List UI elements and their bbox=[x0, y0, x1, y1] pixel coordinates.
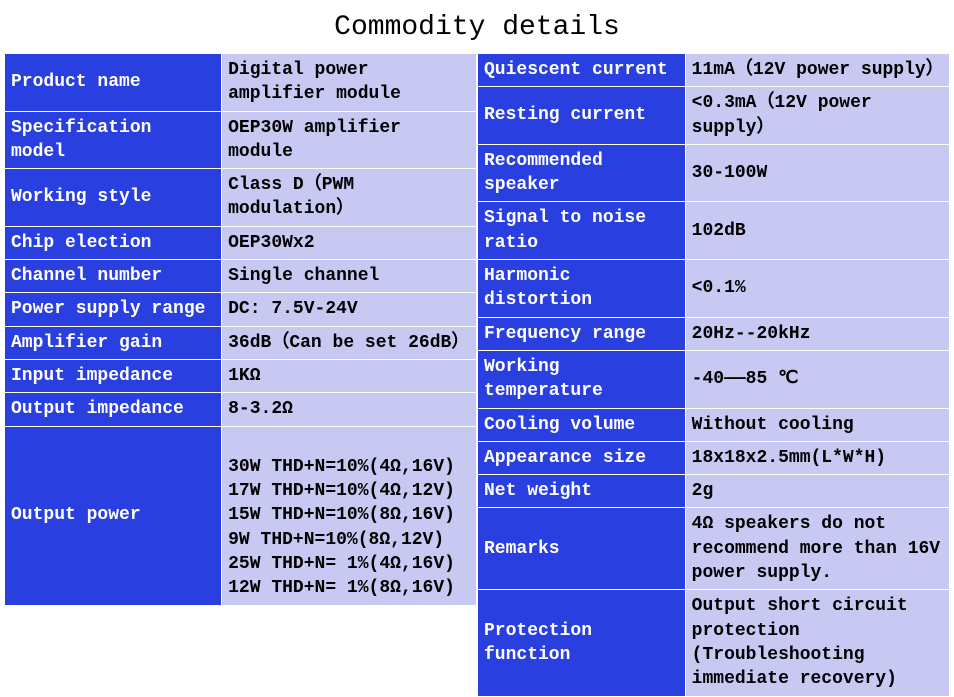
spec-label: Cooling volume bbox=[478, 408, 686, 441]
spec-value: 1KΩ bbox=[222, 359, 477, 392]
spec-label: Signal to noise ratio bbox=[478, 202, 686, 260]
page-title: Commodity details bbox=[0, 0, 954, 53]
spec-label: Output power bbox=[5, 426, 222, 605]
table-row: Specification modelOEP30W amplifier modu… bbox=[5, 111, 477, 169]
spec-label: Recommended speaker bbox=[478, 144, 686, 202]
spec-grid: Product nameDigital power amplifier modu… bbox=[0, 53, 954, 697]
spec-value: 30-100W bbox=[685, 144, 949, 202]
spec-label: Remarks bbox=[478, 508, 686, 590]
spec-value: Digital power amplifier module bbox=[222, 54, 477, 112]
spec-label: Appearance size bbox=[478, 441, 686, 474]
spec-value: OEP30W amplifier module bbox=[222, 111, 477, 169]
table-row: Cooling volumeWithout cooling bbox=[478, 408, 950, 441]
spec-value: Class D（PWM modulation） bbox=[222, 169, 477, 227]
spec-value: Without cooling bbox=[685, 408, 949, 441]
spec-label: Net weight bbox=[478, 475, 686, 508]
spec-value: 2g bbox=[685, 475, 949, 508]
spec-label: Chip election bbox=[5, 226, 222, 259]
table-row: Product nameDigital power amplifier modu… bbox=[5, 54, 477, 112]
spec-label: Channel number bbox=[5, 260, 222, 293]
spec-value: -40——85 ℃ bbox=[685, 350, 949, 408]
spec-label: Output impedance bbox=[5, 393, 222, 426]
spec-table-left: Product nameDigital power amplifier modu… bbox=[4, 53, 477, 606]
table-row: Frequency range20Hz--20kHz bbox=[478, 317, 950, 350]
spec-label: Input impedance bbox=[5, 359, 222, 392]
spec-value: Single channel bbox=[222, 260, 477, 293]
spec-table-right: Quiescent current11mA（12V power supply） … bbox=[477, 53, 950, 697]
table-row: Output impedance8-3.2Ω bbox=[5, 393, 477, 426]
spec-value: 20Hz--20kHz bbox=[685, 317, 949, 350]
table-row: Working styleClass D（PWM modulation） bbox=[5, 169, 477, 227]
table-row: Chip electionOEP30Wx2 bbox=[5, 226, 477, 259]
table-row: Recommended speaker30-100W bbox=[478, 144, 950, 202]
spec-value: <0.3mA（12V power supply） bbox=[685, 87, 949, 145]
table-row: Net weight2g bbox=[478, 475, 950, 508]
spec-value: <0.1% bbox=[685, 260, 949, 318]
table-row: Remarks4Ω speakers do not recommend more… bbox=[478, 508, 950, 590]
spec-value: 18x18x2.5mm(L*W*H) bbox=[685, 441, 949, 474]
table-row: Resting current<0.3mA（12V power supply） bbox=[478, 87, 950, 145]
table-row: Channel numberSingle channel bbox=[5, 260, 477, 293]
spec-label: Product name bbox=[5, 54, 222, 112]
spec-label: Power supply range bbox=[5, 293, 222, 326]
spec-label: Amplifier gain bbox=[5, 326, 222, 359]
spec-value: Output short circuit protection (Trouble… bbox=[685, 590, 949, 696]
spec-label: Harmonic distortion bbox=[478, 260, 686, 318]
spec-value: OEP30Wx2 bbox=[222, 226, 477, 259]
spec-label: Working style bbox=[5, 169, 222, 227]
spec-value: 4Ω speakers do not recommend more than 1… bbox=[685, 508, 949, 590]
table-row: Output power 30W THD+N=10%(4Ω,16V) 17W T… bbox=[5, 426, 477, 605]
spec-value: 11mA（12V power supply） bbox=[685, 54, 949, 87]
table-row: Protection functionOutput short circuit … bbox=[478, 590, 950, 696]
table-row: Harmonic distortion<0.1% bbox=[478, 260, 950, 318]
spec-value: 36dB（Can be set 26dB） bbox=[222, 326, 477, 359]
spec-value: 8-3.2Ω bbox=[222, 393, 477, 426]
spec-label: Quiescent current bbox=[478, 54, 686, 87]
spec-label: Frequency range bbox=[478, 317, 686, 350]
spec-label: Specification model bbox=[5, 111, 222, 169]
table-row: Quiescent current11mA（12V power supply） bbox=[478, 54, 950, 87]
spec-value: DC: 7.5V-24V bbox=[222, 293, 477, 326]
table-row: Input impedance1KΩ bbox=[5, 359, 477, 392]
spec-label: Working temperature bbox=[478, 350, 686, 408]
table-row: Working temperature-40——85 ℃ bbox=[478, 350, 950, 408]
spec-value: 30W THD+N=10%(4Ω,16V) 17W THD+N=10%(4Ω,1… bbox=[222, 426, 477, 605]
spec-label: Protection function bbox=[478, 590, 686, 696]
spec-value: 102dB bbox=[685, 202, 949, 260]
table-row: Amplifier gain36dB（Can be set 26dB） bbox=[5, 326, 477, 359]
spec-label: Resting current bbox=[478, 87, 686, 145]
table-row: Appearance size18x18x2.5mm(L*W*H) bbox=[478, 441, 950, 474]
table-row: Power supply rangeDC: 7.5V-24V bbox=[5, 293, 477, 326]
table-row: Signal to noise ratio102dB bbox=[478, 202, 950, 260]
